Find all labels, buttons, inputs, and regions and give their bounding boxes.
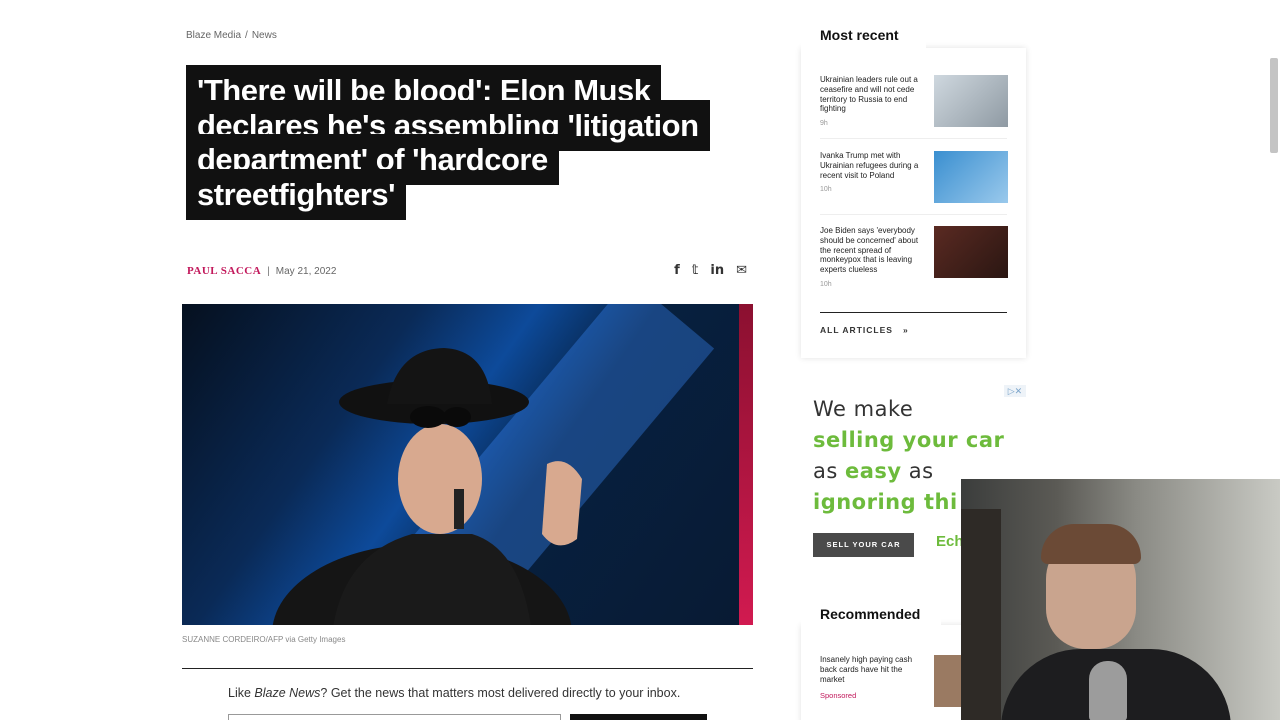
bookshelf <box>961 509 1001 720</box>
author-link[interactable]: PAUL SACCA <box>187 265 261 277</box>
most-recent-item-title[interactable]: Joe Biden says 'everybody should be conc… <box>820 226 928 275</box>
hero-image <box>182 304 753 625</box>
linkedin-icon[interactable]: in <box>710 263 724 278</box>
ad-line: selling your car <box>813 428 1005 452</box>
all-articles-label[interactable]: ALL ARTICLES <box>820 325 893 335</box>
recommended-title: Recommended <box>801 600 941 628</box>
microphone <box>1089 661 1127 720</box>
ad-line: as easy as <box>813 459 934 483</box>
newsletter-brand: Blaze News <box>254 686 321 700</box>
divider <box>820 138 1007 139</box>
webcam-overlay <box>961 479 1280 720</box>
newsletter-submit-button[interactable] <box>570 714 707 720</box>
most-recent-item-thumbnail[interactable] <box>934 151 1008 203</box>
ad-text: as <box>813 459 845 483</box>
newsletter-prompt: Like Blaze News? Get the news that matte… <box>228 686 680 700</box>
twitter-icon[interactable]: 𝕥 <box>692 263 699 278</box>
breadcrumb: Blaze Media / News <box>186 30 277 41</box>
publish-date: May 21, 2022 <box>275 266 337 277</box>
facebook-icon[interactable]: f <box>674 263 680 278</box>
most-recent-item-time: 10h <box>820 186 832 193</box>
presenter-hair <box>1041 524 1141 564</box>
divider <box>182 668 753 669</box>
ad-text: as <box>901 459 934 483</box>
divider <box>820 312 1007 313</box>
most-recent-item-thumbnail[interactable] <box>934 75 1008 127</box>
newsletter-suffix: ? Get the news that matters most deliver… <box>320 686 681 700</box>
ad-text: easy <box>845 459 902 483</box>
most-recent-item-title[interactable]: Ivanka Trump met with Ukrainian refugees… <box>820 151 928 180</box>
byline-separator: | <box>267 266 270 277</box>
most-recent-item-time: 10h <box>820 281 832 288</box>
most-recent-item-thumbnail[interactable] <box>934 226 1008 278</box>
article-headline-block: 'There will be blood': Elon Musk declare… <box>186 65 716 220</box>
breadcrumb-separator: / <box>245 30 248 41</box>
scrollbar[interactable] <box>1270 58 1278 153</box>
most-recent-item-time: 9h <box>820 120 828 127</box>
sponsored-label: Sponsored <box>820 691 857 700</box>
most-recent-item-title[interactable]: Ukrainian leaders rule out a ceasefire a… <box>820 75 928 114</box>
ad-close-icon[interactable]: ▷✕ <box>1004 385 1026 397</box>
share-bar: f 𝕥 in ✉ <box>674 263 747 278</box>
speaker-illustration <box>272 348 582 625</box>
article-headline: 'There will be blood': Elon Musk declare… <box>186 65 710 220</box>
ad-line: We make <box>813 397 914 421</box>
byline: PAUL SACCA | May 21, 2022 f 𝕥 in ✉ <box>187 263 747 281</box>
most-recent-title: Most recent <box>801 20 926 50</box>
double-chevron-right-icon[interactable]: » <box>903 325 909 335</box>
email-icon[interactable]: ✉ <box>736 263 747 278</box>
sell-your-car-button[interactable]: SELL YOUR CAR <box>813 533 914 557</box>
ad-line: ignoring thi <box>813 490 958 514</box>
ad-brand-logo: Ech <box>936 533 964 550</box>
newsletter-email-input[interactable] <box>228 714 561 720</box>
breadcrumb-section[interactable]: News <box>252 30 277 41</box>
breadcrumb-root[interactable]: Blaze Media <box>186 30 241 41</box>
image-caption: SUZANNE CORDEIRO/AFP via Getty Images <box>182 635 346 644</box>
divider <box>820 214 1007 215</box>
recommended-item-title[interactable]: Insanely high paying cash back cards hav… <box>820 655 928 684</box>
newsletter-prefix: Like <box>228 686 255 700</box>
all-articles-link[interactable]: ALL ARTICLES » <box>820 325 909 335</box>
